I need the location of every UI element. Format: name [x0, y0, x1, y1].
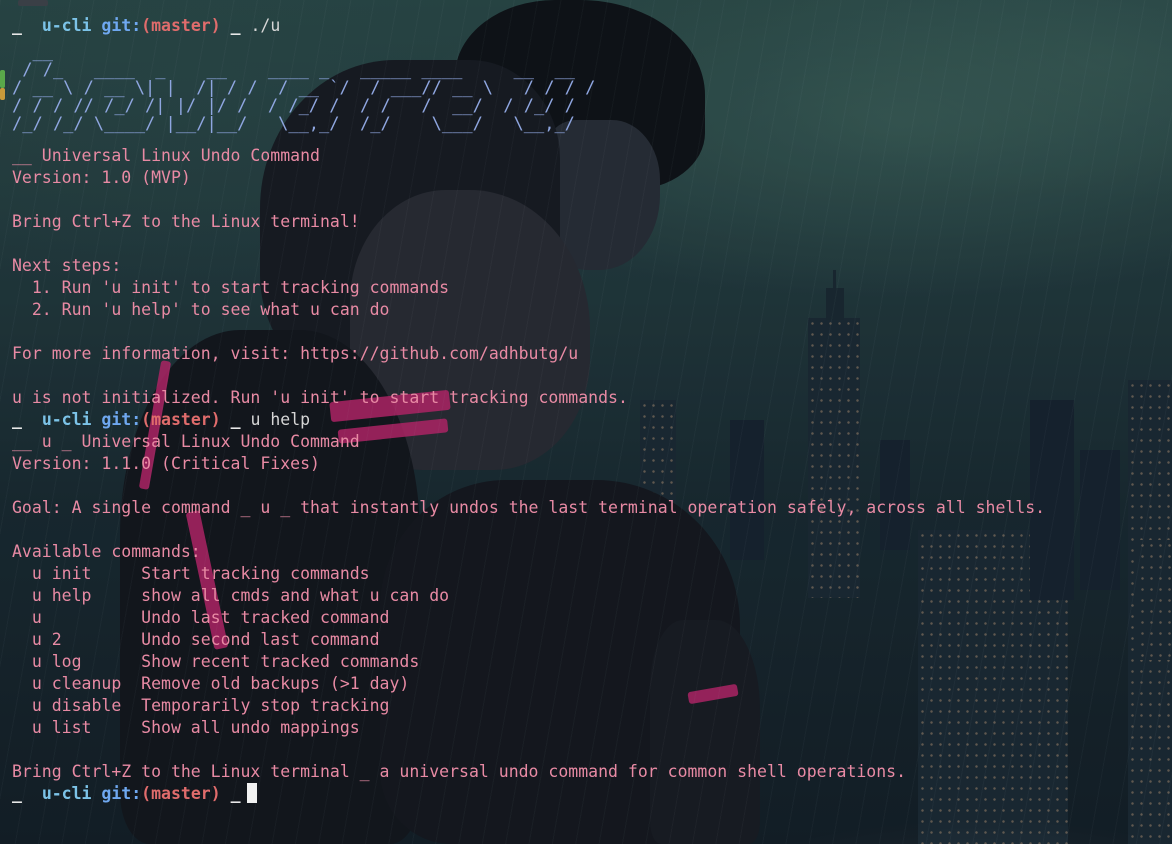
command-text: ./u — [250, 16, 281, 35]
ascii-art-line: / / / // /_/ /| |/ |/ / / /_/ / / / / __… — [12, 96, 575, 116]
help-command-name: u 2 — [12, 630, 142, 649]
output-step: 2. Run 'u help' to see what u can do — [12, 300, 390, 319]
prompt-branch: (master) — [141, 784, 221, 803]
command-text: u help — [250, 410, 311, 429]
help-command-desc: show all cmds and what u can do — [141, 586, 450, 605]
help-version: Version: 1.1.0 (Critical Fixes) — [12, 454, 320, 473]
ascii-art-line: /_/ /_/ \____/ |__/|__/ \__,_/ /_/ \___/… — [12, 114, 575, 134]
help-command-row: u 2 Undo second last command — [12, 629, 1172, 651]
help-command-desc: Remove old backups (>1 day) — [141, 674, 410, 693]
prompt-separator: _ — [230, 410, 241, 429]
prompt-branch: (master) — [141, 16, 221, 35]
help-command-row: u list Show all undo mappings — [12, 717, 1172, 739]
help-command-row: u Undo last tracked command — [12, 607, 1172, 629]
output-version: Version: 1.0 (MVP) — [12, 168, 191, 187]
ascii-art-line: / /_ ____ _ __ ____ _ _____ ____ __ __ — [12, 60, 575, 80]
gutter-mark-green — [0, 70, 5, 88]
help-command-row: u disable Temporarily stop tracking — [12, 695, 1172, 717]
help-command-row: u init Start tracking commands — [12, 563, 1172, 585]
help-command-name: u list — [12, 718, 142, 737]
prompt-git-label: git: — [101, 16, 142, 35]
prompt-separator: _ — [230, 784, 241, 803]
prompt-repo: u-cli — [41, 16, 92, 35]
prompt-git-label: git: — [101, 784, 142, 803]
prompt-arrow: _ — [12, 784, 22, 803]
help-command-name: u help — [12, 586, 142, 605]
output-next-steps-header: Next steps: — [12, 256, 122, 275]
help-command-desc: Temporarily stop tracking — [141, 696, 390, 715]
prompt-branch: (master) — [141, 410, 221, 429]
help-command-desc: Show all undo mappings — [141, 718, 360, 737]
help-command-desc: Start tracking commands — [141, 564, 370, 583]
help-title: __ u _ Universal Linux Undo Command — [12, 432, 360, 451]
output-not-initialized: u is not initialized. Run 'u init' to st… — [12, 388, 628, 407]
output-tagline: Bring Ctrl+Z to the Linux terminal! — [12, 212, 360, 231]
help-command-row: u cleanup Remove old backups (>1 day) — [12, 673, 1172, 695]
help-command-row: u log Show recent tracked commands — [12, 651, 1172, 673]
help-command-name: u cleanup — [12, 674, 142, 693]
prompt-arrow: _ — [12, 16, 22, 35]
tab-indicator — [18, 0, 48, 6]
help-command-row: u help show all cmds and what u can do — [12, 585, 1172, 607]
output-title: __ Universal Linux Undo Command — [12, 146, 320, 165]
prompt-arrow: _ — [12, 410, 22, 429]
help-footer: Bring Ctrl+Z to the Linux terminal _ a u… — [12, 762, 907, 781]
help-command-desc: Show recent tracked commands — [141, 652, 420, 671]
terminal-output[interactable]: _ u-cli git:(master) _ ./u __ / /_ ____ … — [12, 15, 1172, 805]
prompt-repo: u-cli — [41, 784, 92, 803]
prompt-line: _ u-cli git:(master) _ u help — [12, 409, 1172, 431]
prompt-separator: _ — [230, 16, 241, 35]
help-available-header: Available commands: — [12, 542, 201, 561]
help-command-name: u log — [12, 652, 142, 671]
terminal-window[interactable]: _ u-cli git:(master) _ ./u __ / /_ ____ … — [0, 0, 1172, 844]
prompt-repo: u-cli — [41, 410, 92, 429]
output-more-info: For more information, visit: https://git… — [12, 344, 579, 363]
help-command-name: u disable — [12, 696, 142, 715]
help-goal: Goal: A single command _ u _ that instan… — [12, 498, 1046, 517]
prompt-line: _ u-cli git:(master) _ ./u — [12, 15, 1172, 37]
text-cursor[interactable] — [246, 783, 257, 803]
ascii-art-line: __ — [12, 42, 53, 62]
prompt-line-active[interactable]: _ u-cli git:(master) _ — [12, 783, 1172, 805]
gutter-mark-amber — [0, 88, 5, 100]
output-step: 1. Run 'u init' to start tracking comman… — [12, 278, 450, 297]
ascii-art-line: / __ \ / __ \| | /| / / / __ `/ / ___// … — [12, 78, 596, 98]
help-command-desc: Undo second last command — [141, 630, 380, 649]
help-command-desc: Undo last tracked command — [141, 608, 390, 627]
prompt-git-label: git: — [101, 410, 142, 429]
help-command-name: u init — [12, 564, 142, 583]
help-command-name: u — [12, 608, 142, 627]
